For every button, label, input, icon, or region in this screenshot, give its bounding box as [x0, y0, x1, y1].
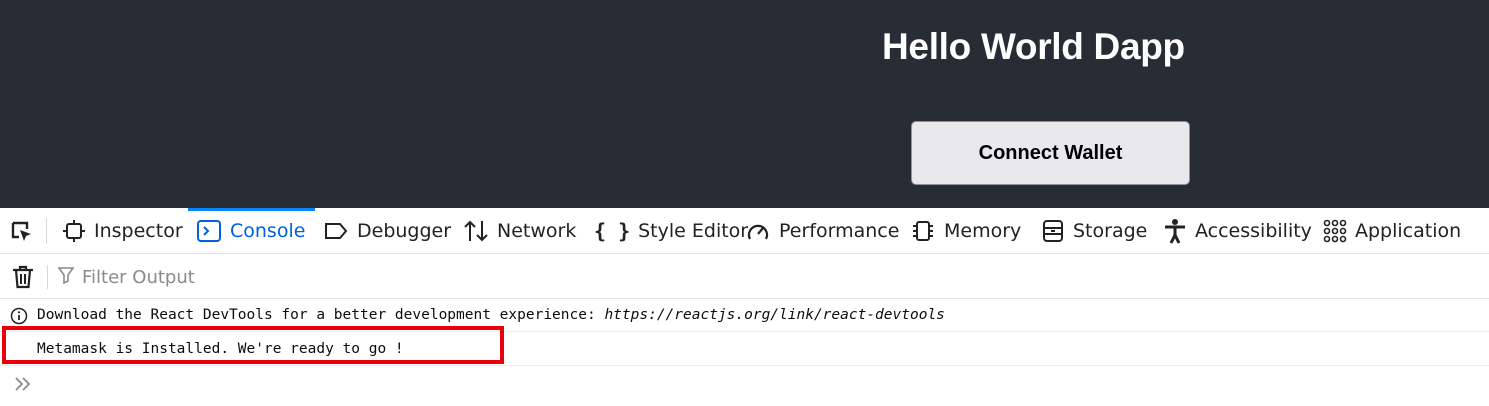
react-devtools-link[interactable]: https://reactjs.org/link/react-devtools — [604, 307, 944, 323]
tab-label: Memory — [944, 220, 1022, 242]
console-icon — [196, 219, 222, 243]
app-title: Hello World Dapp — [882, 26, 1185, 67]
tab-memory[interactable]: Memory — [910, 208, 1021, 254]
console-toolbar — [0, 255, 1489, 299]
devtools-tabbar: Inspector Console Debugger Network { } S… — [0, 208, 1489, 254]
debugger-icon — [323, 219, 349, 243]
storage-icon — [1041, 219, 1065, 243]
tab-debugger[interactable]: Debugger — [323, 208, 451, 254]
tab-label: Style Editor — [638, 220, 749, 242]
element-picker-icon[interactable] — [6, 218, 38, 246]
style-editor-icon: { } — [594, 219, 631, 243]
console-message-text: Download the React DevTools for a better… — [37, 307, 605, 323]
filter-funnel-icon — [57, 266, 75, 289]
connect-wallet-button[interactable]: Connect Wallet — [911, 121, 1190, 185]
memory-icon — [910, 219, 936, 243]
tab-label: Storage — [1073, 220, 1148, 242]
app-viewport: Hello World Dapp Connect Wallet — [0, 0, 1489, 208]
tab-application[interactable]: Application — [1323, 208, 1461, 254]
application-icon — [1323, 219, 1347, 243]
tab-console[interactable]: Console — [187, 208, 316, 254]
devtools-panel: Inspector Console Debugger Network { } S… — [0, 208, 1489, 406]
clear-console-trash-icon[interactable] — [10, 264, 36, 290]
highlight-box — [2, 326, 504, 364]
chevron-double-right-icon[interactable] — [12, 374, 34, 394]
tab-label: Performance — [779, 220, 900, 242]
tab-label: Application — [1355, 220, 1462, 242]
network-icon — [463, 219, 489, 243]
performance-icon — [745, 219, 771, 243]
tab-network[interactable]: Network — [463, 208, 576, 254]
tab-label: Accessibility — [1195, 220, 1312, 242]
filter-output-field[interactable] — [57, 261, 658, 293]
tab-label: Network — [497, 220, 577, 242]
filter-output-input[interactable] — [82, 266, 602, 288]
accessibility-icon — [1163, 218, 1187, 244]
tab-inspector[interactable]: Inspector — [62, 208, 183, 254]
tab-label: Inspector — [94, 220, 183, 242]
tab-style-editor[interactable]: { } Style Editor — [594, 208, 748, 254]
tab-performance[interactable]: Performance — [745, 208, 899, 254]
tab-separator — [46, 218, 47, 244]
tab-label: Console — [230, 220, 306, 242]
toolbar-separator — [47, 265, 48, 289]
info-icon — [10, 307, 28, 325]
inspector-icon — [62, 219, 86, 243]
tab-label: Debugger — [357, 220, 452, 242]
tab-accessibility[interactable]: Accessibility — [1163, 208, 1312, 254]
tab-storage[interactable]: Storage — [1041, 208, 1147, 254]
